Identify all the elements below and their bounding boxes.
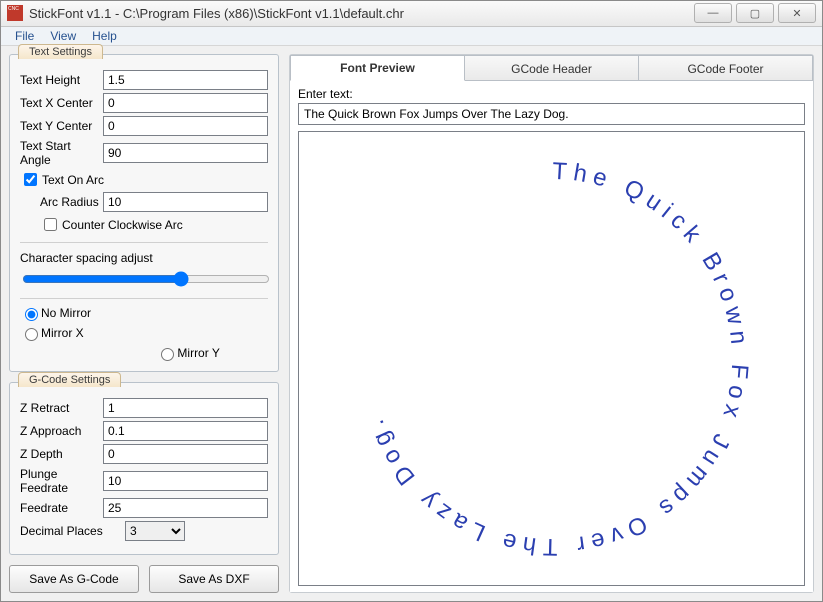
client-area: Text Settings Text Height Text X Center … <box>1 46 822 601</box>
text-start-angle-input[interactable] <box>103 143 268 163</box>
mirror-y-text: Mirror Y <box>177 346 219 360</box>
z-retract-label: Z Retract <box>20 401 103 415</box>
text-on-arc-checkbox[interactable] <box>24 173 37 186</box>
save-dxf-button[interactable]: Save As DXF <box>149 565 279 593</box>
font-preview-canvas: The Quick Brown Fox Jumps Over The Lazy … <box>298 131 805 586</box>
tab-gcode-footer[interactable]: GCode Footer <box>639 55 813 81</box>
no-mirror-radio-label[interactable]: No Mirror <box>20 305 132 321</box>
enter-text-input[interactable] <box>298 103 805 125</box>
text-y-center-input[interactable] <box>103 116 268 136</box>
z-depth-label: Z Depth <box>20 447 103 461</box>
plunge-feedrate-input[interactable] <box>103 471 268 491</box>
text-settings-header: Text Settings <box>18 44 103 59</box>
no-mirror-radio[interactable] <box>25 308 38 321</box>
save-gcode-button[interactable]: Save As G-Code <box>9 565 139 593</box>
menubar: File View Help <box>1 27 822 46</box>
decimal-places-label: Decimal Places <box>20 524 125 538</box>
arc-text: The Quick Brown Fox Jumps Over The Lazy … <box>360 157 753 559</box>
mirror-y-radio[interactable] <box>161 348 174 361</box>
menu-help[interactable]: Help <box>84 27 125 45</box>
gcode-settings-header: G-Code Settings <box>18 372 121 387</box>
gcode-settings-group: G-Code Settings Z Retract Z Approach Z D… <box>9 382 279 555</box>
mirror-y-radio-label[interactable]: Mirror Y <box>156 345 268 361</box>
ccw-arc-checkbox[interactable] <box>44 218 57 231</box>
feedrate-label: Feedrate <box>20 501 103 515</box>
left-panel: Text Settings Text Height Text X Center … <box>9 54 279 593</box>
arc-radius-label: Arc Radius <box>40 195 103 209</box>
z-retract-input[interactable] <box>103 398 268 418</box>
char-spacing-label: Character spacing adjust <box>20 251 268 265</box>
text-start-angle-label: Text Start Angle <box>20 139 103 167</box>
app-icon <box>7 5 23 21</box>
text-on-arc-label: Text On Arc <box>42 173 268 187</box>
feedrate-input[interactable] <box>103 498 268 518</box>
close-button[interactable]: ✕ <box>778 3 816 23</box>
app-window: StickFont v1.1 - C:\Program Files (x86)\… <box>0 0 823 602</box>
tab-body: Enter text: The Quick Brown Fox Jumps Ov… <box>290 80 813 592</box>
arc-text-svg: The Quick Brown Fox Jumps Over The Lazy … <box>342 149 762 569</box>
arc-radius-input[interactable] <box>103 192 268 212</box>
text-x-center-label: Text X Center <box>20 96 103 110</box>
titlebar: StickFont v1.1 - C:\Program Files (x86)\… <box>1 1 822 27</box>
text-settings-group: Text Settings Text Height Text X Center … <box>9 54 279 372</box>
text-height-label: Text Height <box>20 73 103 87</box>
no-mirror-text: No Mirror <box>41 306 91 320</box>
text-height-input[interactable] <box>103 70 268 90</box>
enter-text-label: Enter text: <box>298 87 805 101</box>
z-depth-input[interactable] <box>103 444 268 464</box>
decimal-places-select[interactable]: 3 <box>125 521 185 541</box>
tab-gcode-header[interactable]: GCode Header <box>465 55 639 81</box>
menu-file[interactable]: File <box>7 27 42 45</box>
text-x-center-input[interactable] <box>103 93 268 113</box>
char-spacing-slider[interactable] <box>22 271 270 287</box>
mirror-x-radio-label[interactable]: Mirror X <box>20 325 132 341</box>
plunge-feedrate-label: Plunge Feedrate <box>20 467 103 495</box>
z-approach-label: Z Approach <box>20 424 103 438</box>
menu-view[interactable]: View <box>42 27 84 45</box>
mirror-x-radio[interactable] <box>25 328 38 341</box>
text-y-center-label: Text Y Center <box>20 119 103 133</box>
mirror-x-text: Mirror X <box>41 326 84 340</box>
tab-font-preview[interactable]: Font Preview <box>290 55 465 81</box>
minimize-button[interactable]: — <box>694 3 732 23</box>
z-approach-input[interactable] <box>103 421 268 441</box>
preview-tabs: Font Preview GCode Header GCode Footer <box>290 55 813 81</box>
maximize-button[interactable]: ▢ <box>736 3 774 23</box>
window-title: StickFont v1.1 - C:\Program Files (x86)\… <box>29 6 404 21</box>
right-panel: Font Preview GCode Header GCode Footer E… <box>289 54 814 593</box>
ccw-arc-label: Counter Clockwise Arc <box>62 218 268 232</box>
